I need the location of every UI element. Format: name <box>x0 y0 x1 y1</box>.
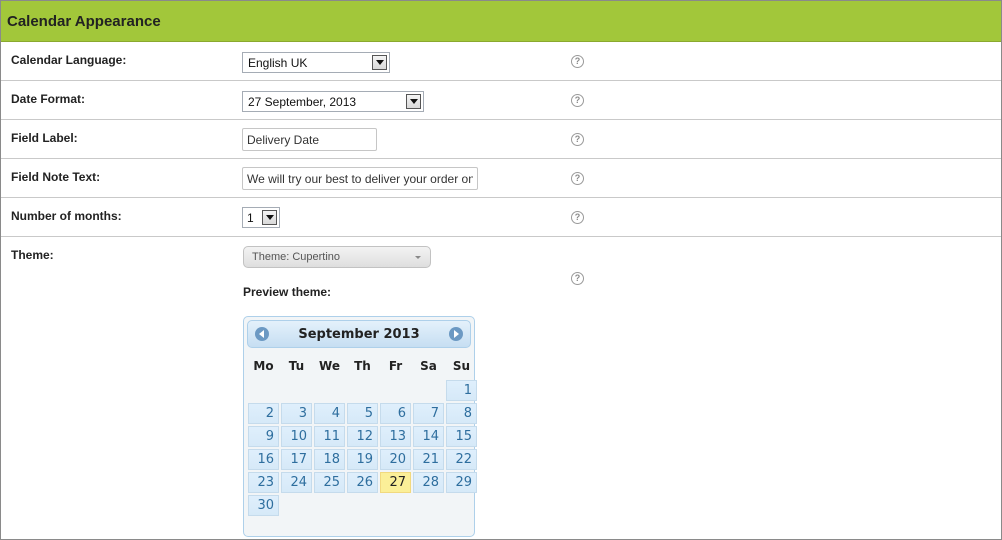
calendar-empty-cell <box>347 495 378 516</box>
calendar-empty-cell <box>413 495 444 516</box>
calendar-day[interactable]: 8 <box>446 403 477 424</box>
number-of-months-select[interactable]: 1 <box>242 207 280 228</box>
number-of-months-label: Number of months: <box>11 209 122 223</box>
calendar-empty-cell <box>446 495 477 516</box>
weekday-we: We <box>319 359 340 373</box>
calendar-appearance-panel: Calendar Appearance Calendar Language: E… <box>0 0 1002 540</box>
calendar-empty-cell <box>281 380 312 401</box>
calendar-empty-cell <box>281 495 312 516</box>
calendar-empty-cell <box>248 380 279 401</box>
calendar-day[interactable]: 2 <box>248 403 279 424</box>
calendar-day[interactable]: 3 <box>281 403 312 424</box>
calendar-day[interactable]: 7 <box>413 403 444 424</box>
calendar-day[interactable]: 15 <box>446 426 477 447</box>
calendar-week: 2345678 <box>248 403 477 424</box>
calendar-day-today[interactable]: 27 <box>380 472 411 493</box>
help-icon[interactable]: ? <box>571 272 584 285</box>
help-icon[interactable]: ? <box>571 133 584 146</box>
calendar-empty-cell <box>380 495 411 516</box>
calendar-week: 1 <box>248 380 477 401</box>
calendar-month-title: September 2013 <box>298 326 420 342</box>
help-icon[interactable]: ? <box>571 55 584 68</box>
chevron-left-icon[interactable] <box>255 327 269 341</box>
calendar-header: September 2013 <box>247 320 471 348</box>
calendar-empty-cell <box>314 495 345 516</box>
date-format-label: Date Format: <box>11 92 86 106</box>
help-icon[interactable]: ? <box>571 211 584 224</box>
calendar-day[interactable]: 13 <box>380 426 411 447</box>
row-calendar-language: Calendar Language: English UK ? <box>1 42 1001 81</box>
calendar-day[interactable]: 1 <box>446 380 477 401</box>
theme-select-value: Theme: Cupertino <box>252 251 341 263</box>
row-field-label: Field Label: ? <box>1 120 1001 159</box>
panel-title: Calendar Appearance <box>1 1 1001 42</box>
weekday-th: Th <box>354 359 371 373</box>
field-label-input[interactable] <box>242 128 377 151</box>
calendar-empty-cell <box>380 380 411 401</box>
calendar-day[interactable]: 9 <box>248 426 279 447</box>
row-field-note-text: Field Note Text: ? <box>1 159 1001 198</box>
calendar-day[interactable]: 26 <box>347 472 378 493</box>
weekday-su: Su <box>452 359 471 373</box>
row-number-of-months: Number of months: 1 ? <box>1 198 1001 237</box>
calendar-day[interactable]: 25 <box>314 472 345 493</box>
field-note-text-input[interactable] <box>242 167 478 190</box>
calendar-day[interactable]: 10 <box>281 426 312 447</box>
calendar-empty-cell <box>314 380 345 401</box>
calendar-day[interactable]: 19 <box>347 449 378 470</box>
weekday-fr: Fr <box>388 359 403 373</box>
calendar-day[interactable]: 12 <box>347 426 378 447</box>
calendar-day[interactable]: 23 <box>248 472 279 493</box>
number-of-months-value: 1 <box>247 210 254 225</box>
calendar-language-select[interactable]: English UK <box>242 52 390 73</box>
calendar-day[interactable]: 22 <box>446 449 477 470</box>
calendar-day[interactable]: 29 <box>446 472 477 493</box>
calendar-day[interactable]: 30 <box>248 495 279 516</box>
chevron-right-icon[interactable] <box>449 327 463 341</box>
date-format-select[interactable]: 27 September, 2013 <box>242 91 424 112</box>
weekday-tu: Tu <box>288 359 305 373</box>
calendar-language-label: Calendar Language: <box>11 53 127 67</box>
chevron-down-icon[interactable] <box>406 94 421 109</box>
calendar-language-value: English UK <box>248 55 308 70</box>
chevron-down-icon <box>415 256 421 259</box>
calendar-week: 9 10 11 12 13 14 15 <box>248 426 477 447</box>
weekday-sa: Sa <box>420 359 437 373</box>
calendar-day[interactable]: 21 <box>413 449 444 470</box>
chevron-down-icon[interactable] <box>262 210 277 225</box>
row-date-format: Date Format: 27 September, 2013 ? <box>1 81 1001 120</box>
calendar-day[interactable]: 5 <box>347 403 378 424</box>
row-theme: Theme: Theme: Cupertino ? Preview theme:… <box>1 237 1001 539</box>
help-icon[interactable]: ? <box>571 94 584 107</box>
field-label-label: Field Label: <box>11 131 78 145</box>
calendar-day[interactable]: 4 <box>314 403 345 424</box>
calendar-week: 16 17 18 19 20 21 22 <box>248 449 477 470</box>
chevron-down-icon[interactable] <box>372 55 387 70</box>
theme-select[interactable]: Theme: Cupertino <box>243 246 431 268</box>
calendar-day[interactable]: 28 <box>413 472 444 493</box>
calendar-week: 30 <box>248 495 477 516</box>
calendar-preview: September 2013 Mo Tu We Th Fr Sa Su 1234… <box>243 316 477 537</box>
theme-label: Theme: <box>11 248 54 262</box>
calendar-empty-cell <box>347 380 378 401</box>
calendar-day[interactable]: 16 <box>248 449 279 470</box>
calendar-day[interactable]: 24 <box>281 472 312 493</box>
calendar-day[interactable]: 11 <box>314 426 345 447</box>
calendar-day[interactable]: 14 <box>413 426 444 447</box>
calendar-grid: Mo Tu We Th Fr Sa Su 1 2 3 4 5 6 7 8 9 10 11 12 13 14… <box>246 352 479 518</box>
calendar-day[interactable]: 6 <box>380 403 411 424</box>
preview-theme-label: Preview theme: <box>243 285 332 299</box>
field-note-text-label: Field Note Text: <box>11 170 101 184</box>
calendar-day[interactable]: 17 <box>281 449 312 470</box>
calendar-empty-cell <box>413 380 444 401</box>
calendar-day[interactable]: 20 <box>380 449 411 470</box>
help-icon[interactable]: ? <box>571 172 584 185</box>
weekday-mo: Mo <box>253 359 274 373</box>
date-format-value: 27 September, 2013 <box>248 94 357 109</box>
calendar-day[interactable]: 18 <box>314 449 345 470</box>
calendar-week: 23 24 25 26 27 28 29 <box>248 472 477 493</box>
calendar-days: 1 2 3 4 5 6 7 8 9 10 11 12 13 14 15 16 17 18 19 20 21 22 23 24 2… <box>248 380 477 516</box>
